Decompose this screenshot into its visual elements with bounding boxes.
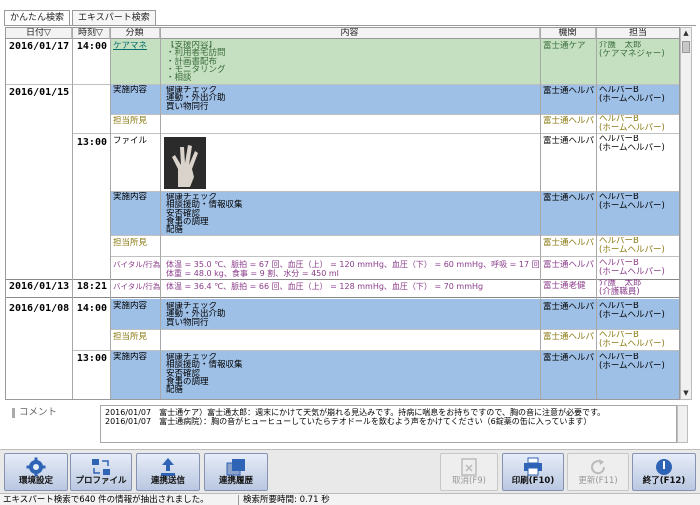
- column-header-content[interactable]: 内容: [160, 28, 540, 39]
- row-staff: ヘルパーB (ホームヘルパー): [599, 237, 665, 255]
- search-tabs: かんたん検索 エキスパート検索: [0, 0, 700, 28]
- row-staff: ヘルパーB (ホームヘルパー): [599, 86, 665, 104]
- settings-button-label: 環境設定: [18, 476, 53, 486]
- row-staff: ヘルパーB (ホームヘルパー): [599, 259, 665, 277]
- row-org: 富士通ヘルパ: [543, 86, 595, 96]
- row-content[interactable]: 体温 = 36.4 ℃、脈拍 = 66 回、血圧（上） = 128 mmHg、血…: [163, 282, 539, 291]
- comment-textbox[interactable]: 2016/01/07 富士通ケア）富士通太郎：週末にかけて天気が崩れる見込みです…: [100, 405, 677, 443]
- row-org: 富士通ヘルパ: [543, 136, 595, 146]
- row-time: 14:00: [76, 303, 107, 314]
- row-category: 担当所見: [113, 116, 148, 126]
- row-org: 富士通ヘルパ: [543, 193, 595, 203]
- row-category: 実施内容: [113, 352, 148, 362]
- comment-scrollbar[interactable]: [677, 405, 688, 443]
- row-content[interactable]: 体温 = 35.0 ℃、脈拍 = 67 回、血圧（上） = 120 mmHg、血…: [163, 260, 539, 278]
- profile-button[interactable]: プロファイル: [70, 453, 132, 491]
- records-grid: 日付▽ 時刻▽ 分類 内容 機関 担当 2016/01/17 14:00 ケアマ…: [5, 27, 680, 400]
- cancel-button[interactable]: 取消(F9): [440, 453, 498, 491]
- settings-button[interactable]: 環境設定: [4, 453, 68, 491]
- row-time: 14:00: [76, 41, 107, 52]
- column-header-org[interactable]: 機関: [540, 28, 596, 39]
- scroll-down-icon[interactable]: ▼: [681, 388, 691, 399]
- row-category: ファイル: [113, 136, 148, 146]
- row-content[interactable]: 【支援内容】 ・利用者宅訪問 ・計画書配布 ・モニタリング ・相談: [163, 41, 539, 82]
- row-time: 13:00: [76, 137, 107, 148]
- row-category: 実施内容: [113, 85, 148, 95]
- print-button[interactable]: 印刷(F10): [502, 453, 564, 491]
- row-staff: ヘルパーB (ホームヘルパー): [599, 353, 665, 371]
- row-time: 13:00: [76, 353, 107, 364]
- row-org: 富士通ヘルパ: [543, 238, 595, 248]
- row-staff: ヘルパーB (ホームヘルパー): [599, 302, 665, 320]
- row-staff: ヘルパーB (ホームヘルパー): [599, 135, 665, 153]
- link-history-button-label: 連携履歴: [218, 476, 253, 486]
- column-header-staff[interactable]: 担当: [596, 28, 679, 39]
- column-header-category[interactable]: 分類: [110, 28, 160, 39]
- row-staff: 介護 太郎 (ケアマネジャー): [599, 41, 665, 59]
- row-category: 実施内容: [113, 192, 148, 202]
- row-content[interactable]: 健康チェック 運動・外出介助 買い物同行: [163, 302, 539, 327]
- tab-simple-search[interactable]: かんたん検索: [4, 10, 71, 26]
- row-staff: ヘルパーB (ホームヘルパー): [599, 193, 665, 211]
- comment-section: コメント 2016/01/07 富士通ケア）富士通太郎：週末にかけて天気が崩れる…: [0, 400, 700, 446]
- scroll-thumb[interactable]: [682, 41, 690, 53]
- comment-label: コメント: [12, 408, 57, 418]
- profile-button-label: プロファイル: [75, 476, 127, 486]
- exit-button[interactable]: 終了(F12): [632, 453, 696, 491]
- row-staff: ヘルパーB (ホームヘルパー): [599, 331, 665, 349]
- row-category: 実施内容: [113, 301, 148, 311]
- column-header-time[interactable]: 時刻▽: [72, 28, 110, 39]
- row-staff: 介護 太郎 (介護職員): [599, 279, 642, 297]
- update-button[interactable]: 更新(F11): [567, 453, 629, 491]
- row-org: 富士通ヘルパ: [543, 332, 595, 342]
- column-header-date[interactable]: 日付▽: [6, 28, 72, 39]
- link-send-button-label: 連携送信: [150, 476, 185, 486]
- row-category: バイタル/行為: [113, 260, 160, 269]
- status-message: エキスパート検索で640 件の情報が抽出されました。: [3, 495, 209, 505]
- row-org: 富士通ヘルパ: [543, 353, 595, 363]
- row-category: 担当所見: [113, 332, 148, 342]
- update-button-label: 更新(F11): [578, 476, 618, 486]
- row-content[interactable]: 健康チェック 相談援助・情報収集 安否確認 食事の調理 配膳: [163, 353, 539, 394]
- row-org: 富士通ヘルパ: [543, 116, 595, 126]
- comment-line: 2016/01/07 富士通ケア）富士通太郎：週末にかけて天気が崩れる見込みです…: [105, 408, 606, 417]
- row-org: 富士通ヘルパ: [543, 260, 595, 270]
- hand-photo-image: [164, 137, 206, 189]
- row-content[interactable]: 健康チェック 相談援助・情報収集 安否確認 食事の調理 配膳: [163, 193, 539, 234]
- row-date: 2016/01/17: [9, 41, 70, 52]
- row-category: バイタル/行為: [113, 282, 160, 291]
- row-category: 担当所見: [113, 238, 148, 248]
- scroll-up-icon[interactable]: ▲: [681, 28, 691, 39]
- print-button-label: 印刷(F10): [511, 476, 555, 486]
- row-time: 18:21: [76, 281, 107, 292]
- link-send-button[interactable]: 連携送信: [136, 453, 200, 491]
- records-scrollbar[interactable]: ▲ ▼: [680, 27, 692, 400]
- status-bar: エキスパート検索で640 件の情報が抽出されました。 検索所要時間: 0.71 …: [0, 493, 700, 505]
- cancel-button-label: 取消(F9): [452, 476, 486, 486]
- link-history-button[interactable]: 連携履歴: [204, 453, 268, 491]
- tab-expert-search[interactable]: エキスパート検索: [72, 10, 156, 26]
- row-category-link[interactable]: ケアマネ: [110, 41, 160, 52]
- search-time: 検索所要時間: 0.71 秒: [238, 495, 330, 505]
- bottom-toolbar: 環境設定 プロファイル 連携送信 連携履歴 取消(F9) 印刷(F10) 更新(…: [0, 449, 700, 493]
- row-org: 富士通ケア: [543, 41, 586, 51]
- row-date: 2016/01/15: [9, 87, 70, 98]
- row-org: 富士通ヘルパ: [543, 302, 595, 312]
- row-date: 2016/01/08: [9, 303, 70, 314]
- row-org: 富士通老健: [543, 281, 586, 291]
- exit-button-label: 終了(F12): [642, 476, 686, 486]
- comment-line: 2016/01/07 富士通病院）：胸の音がヒューヒューしていたらテオドールを飲…: [105, 417, 592, 426]
- row-staff: ヘルパーB (ホームヘルパー): [599, 115, 665, 133]
- row-date: 2016/01/13: [9, 281, 70, 292]
- row-content[interactable]: 健康チェック 運動・外出介助 買い物同行: [163, 86, 539, 111]
- attached-photo-thumbnail[interactable]: [164, 137, 206, 189]
